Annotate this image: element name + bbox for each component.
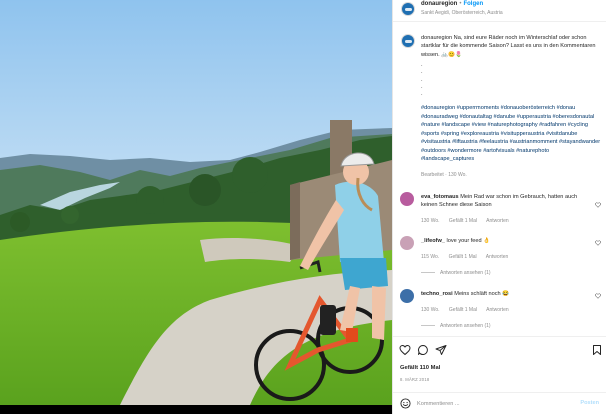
comment-text-block: techno_rosi Meins schläft noch 😂 xyxy=(421,290,589,298)
profile-avatar[interactable] xyxy=(401,2,415,16)
view-replies-label[interactable]: Antworten ansehen (1) xyxy=(440,323,491,329)
view-replies-button[interactable]: Antworten ansehen (1) xyxy=(421,323,491,329)
actions-divider xyxy=(393,336,606,337)
comment-avatar[interactable] xyxy=(400,289,414,303)
comment-text: love your feed 👌 xyxy=(446,238,491,244)
caption: donauregion Na, sind eure Räder noch im … xyxy=(421,34,603,59)
follow-button[interactable]: Folgen xyxy=(463,1,483,7)
comment-avatar[interactable] xyxy=(400,236,414,250)
comment-age: 130 Wo. xyxy=(421,218,440,224)
comment-heart-icon[interactable] xyxy=(595,293,601,299)
likes-count[interactable]: Gefällt 110 Mal xyxy=(400,365,440,371)
replies-line xyxy=(421,325,435,327)
caption-dot: . xyxy=(421,91,423,98)
comment-likes[interactable]: Gefällt 1 Mal xyxy=(449,254,477,260)
comment-username[interactable]: eva_fotomaus xyxy=(421,194,459,200)
comment-icon[interactable] xyxy=(417,344,429,356)
caption-dot: . xyxy=(421,76,423,83)
post-comment-button[interactable]: Posten xyxy=(580,400,599,406)
comment-meta: 130 Wo. Gefällt 1 Mal Antworten xyxy=(421,307,517,313)
comment-likes[interactable]: Gefällt 1 Mal xyxy=(449,218,477,224)
comment-username[interactable]: _lifeofw_ xyxy=(421,238,445,244)
post-image-illustration xyxy=(0,0,392,405)
action-bar xyxy=(399,344,603,358)
add-comment-bar: Posten xyxy=(393,396,606,412)
comment-meta: 115 Wo. Gefällt 1 Mal Antworten xyxy=(421,254,516,260)
caption-username[interactable]: donauregion xyxy=(421,35,452,41)
comment-reply-button[interactable]: Antworten xyxy=(486,218,509,224)
caption-dot: . xyxy=(421,62,423,68)
comment-age: 130 Wo. xyxy=(421,307,440,313)
comment-reply-button[interactable]: Antworten xyxy=(486,254,509,260)
caption-meta: Bearbeitet · 130 Wo. xyxy=(421,172,467,178)
header-user-line: donauregion • Folgen xyxy=(421,1,483,7)
comment-heart-icon[interactable] xyxy=(595,240,601,246)
share-icon[interactable] xyxy=(435,344,447,356)
caption-dots: . . . . . xyxy=(421,62,423,98)
instagram-post-view: donauregion • Folgen Sankt Aegidi, Oberöst… xyxy=(0,0,606,414)
comment-input[interactable] xyxy=(417,399,567,409)
comment-heart-icon[interactable] xyxy=(595,202,601,208)
comment-age: 115 Wo. xyxy=(421,254,440,260)
comment-text-block: eva_fotomaus Mein Rad war schon im Gebra… xyxy=(421,193,589,210)
view-replies-label[interactable]: Antworten ansehen (1) xyxy=(440,270,491,276)
post-side-panel: donauregion • Folgen Sankt Aegidi, Oberöst… xyxy=(392,0,606,414)
comment-text: Meins schläft noch 😂 xyxy=(454,291,510,297)
comment-reply-button[interactable]: Antworten xyxy=(486,307,509,313)
post-header: donauregion • Folgen Sankt Aegidi, Oberöst… xyxy=(393,0,606,22)
caption-avatar[interactable] xyxy=(401,34,415,48)
bookmark-icon[interactable] xyxy=(591,344,603,356)
view-replies-button[interactable]: Antworten ansehen (1) xyxy=(421,270,491,276)
caption-dot: . xyxy=(421,83,423,90)
comment-box-divider xyxy=(393,392,606,393)
comment-avatar[interactable] xyxy=(400,192,414,206)
post-location[interactable]: Sankt Aegidi, Oberösterreich, Austria xyxy=(421,10,503,16)
smiley-icon[interactable] xyxy=(400,398,411,409)
post-photo[interactable] xyxy=(0,0,392,405)
comment-likes[interactable]: Gefällt 1 Mal xyxy=(449,307,477,313)
photo-bottom-bar xyxy=(0,405,392,414)
caption-hashtags[interactable]: #donauregion #upperrmoments #donauoberös… xyxy=(421,104,601,164)
comment-meta: 130 Wo. Gefällt 1 Mal Antworten xyxy=(421,218,517,224)
post-date: 8. MÄRZ 2018 xyxy=(400,377,430,382)
header-username[interactable]: donauregion xyxy=(421,1,457,7)
heart-icon[interactable] xyxy=(399,344,411,356)
comment-text-block: _lifeofw_ love your feed 👌 xyxy=(421,237,589,245)
replies-line xyxy=(421,272,435,274)
header-separator: • xyxy=(459,1,462,7)
caption-dot: . xyxy=(421,69,423,76)
comment-username[interactable]: techno_rosi xyxy=(421,291,453,297)
